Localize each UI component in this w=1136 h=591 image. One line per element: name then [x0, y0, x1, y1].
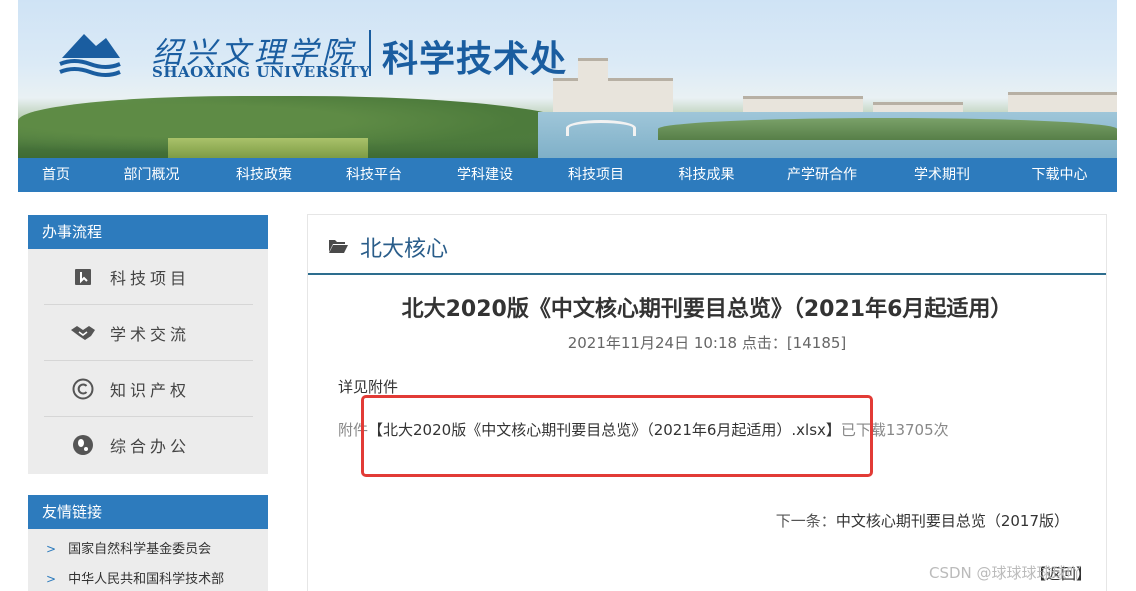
folder-open-icon: [329, 240, 348, 253]
nav-item-cooperation[interactable]: 产学研合作: [762, 158, 882, 192]
chevron-right-icon: >: [46, 572, 57, 586]
attachment-download-link[interactable]: 【北大2020版《中文核心期刊要目总览》（2021年6月起适用）.xlsx】: [368, 421, 841, 439]
process-item-label: 科技项目: [110, 268, 191, 288]
process-item-label: 知识产权: [110, 380, 191, 400]
nav-item-projects[interactable]: 科技项目: [541, 158, 651, 192]
friend-link-nsfc[interactable]: > 国家自然科学基金委员会: [28, 534, 268, 564]
section-title: 北大核心: [360, 237, 449, 262]
university-logo-icon: [59, 34, 121, 77]
links-section-header: 友情链接: [28, 495, 268, 529]
process-item-research-projects[interactable]: 科技项目: [44, 249, 253, 305]
banner-trees: [658, 118, 1117, 140]
logo-english-name: SHAOXING UNIVERSITY: [152, 63, 371, 81]
process-item-intellectual-property[interactable]: 知识产权: [44, 361, 253, 417]
nav-item-journals[interactable]: 学术期刊: [882, 158, 1002, 192]
friend-link-label: 中华人民共和国科学技术部: [68, 572, 225, 587]
process-list: 科技项目 学术交流 知识产权 综合办公: [28, 249, 268, 474]
chevron-right-icon: >: [46, 542, 57, 556]
process-item-general-office[interactable]: 综合办公: [44, 417, 253, 473]
process-item-label: 学术交流: [110, 324, 191, 344]
friend-link-label: 国家自然科学基金委员会: [68, 542, 212, 557]
banner-building: [578, 58, 608, 82]
nav-item-discipline[interactable]: 学科建设: [429, 158, 541, 192]
nav-item-policy[interactable]: 科技政策: [209, 158, 319, 192]
next-article: 下一条：中文核心期刊要目总览（2017版）: [776, 510, 1069, 531]
article-meta: 2021年11月24日 10:18 点击：[14185]: [567, 334, 847, 352]
article-panel: 北大核心 北大2020版《中文核心期刊要目总览》（2021年6月起适用） 202…: [307, 214, 1107, 591]
friend-links-list: > 国家自然科学基金委员会 > 中华人民共和国科学技术部: [28, 529, 268, 591]
logo-separator: [369, 30, 371, 76]
banner-bridge: [566, 120, 636, 136]
header-banner: 绍兴文理学院 SHAOXING UNIVERSITY 科学技术处: [18, 0, 1117, 158]
copyright-icon: [70, 376, 96, 402]
article-section-header: 北大核心: [308, 215, 1106, 275]
process-item-label: 综合办公: [110, 437, 191, 456]
article-title: 北大2020版《中文核心期刊要目总览》（2021年6月起适用）: [401, 297, 1013, 322]
download-count: 已下载13705次: [840, 421, 949, 439]
handshake-icon: [70, 320, 96, 346]
next-article-link[interactable]: 中文核心期刊要目总览（2017版）: [836, 512, 1069, 530]
bookmark-icon: [70, 264, 96, 290]
banner-building: [553, 78, 673, 116]
nav-item-platform[interactable]: 科技平台: [319, 158, 429, 192]
banner-grass: [168, 138, 368, 158]
attachment-prefix: 附件: [338, 421, 369, 439]
next-article-label: 下一条：: [775, 512, 836, 530]
nav-item-about[interactable]: 部门概况: [94, 158, 209, 192]
department-title: 科学技术处: [382, 39, 568, 80]
process-section-header: 办事流程: [28, 215, 268, 249]
process-item-academic-exchange[interactable]: 学术交流: [44, 305, 253, 361]
nav-item-achievements[interactable]: 科技成果: [651, 158, 762, 192]
nav-item-home[interactable]: 首页: [18, 158, 94, 192]
main-nav: 首页 部门概况 科技政策 科技平台 学科建设 科技项目 科技成果 产学研合作 学…: [18, 158, 1117, 192]
article-body: 详见附件: [338, 378, 399, 396]
attachment-line: 附件【北大2020版《中文核心期刊要目总览》（2021年6月起适用）.xlsx】…: [338, 419, 949, 440]
nav-item-downloads[interactable]: 下载中心: [1002, 158, 1117, 192]
office-icon: [70, 432, 96, 458]
watermark: CSDN @球球球球球吖: [929, 564, 1082, 582]
friend-link-most[interactable]: > 中华人民共和国科学技术部: [28, 564, 268, 591]
